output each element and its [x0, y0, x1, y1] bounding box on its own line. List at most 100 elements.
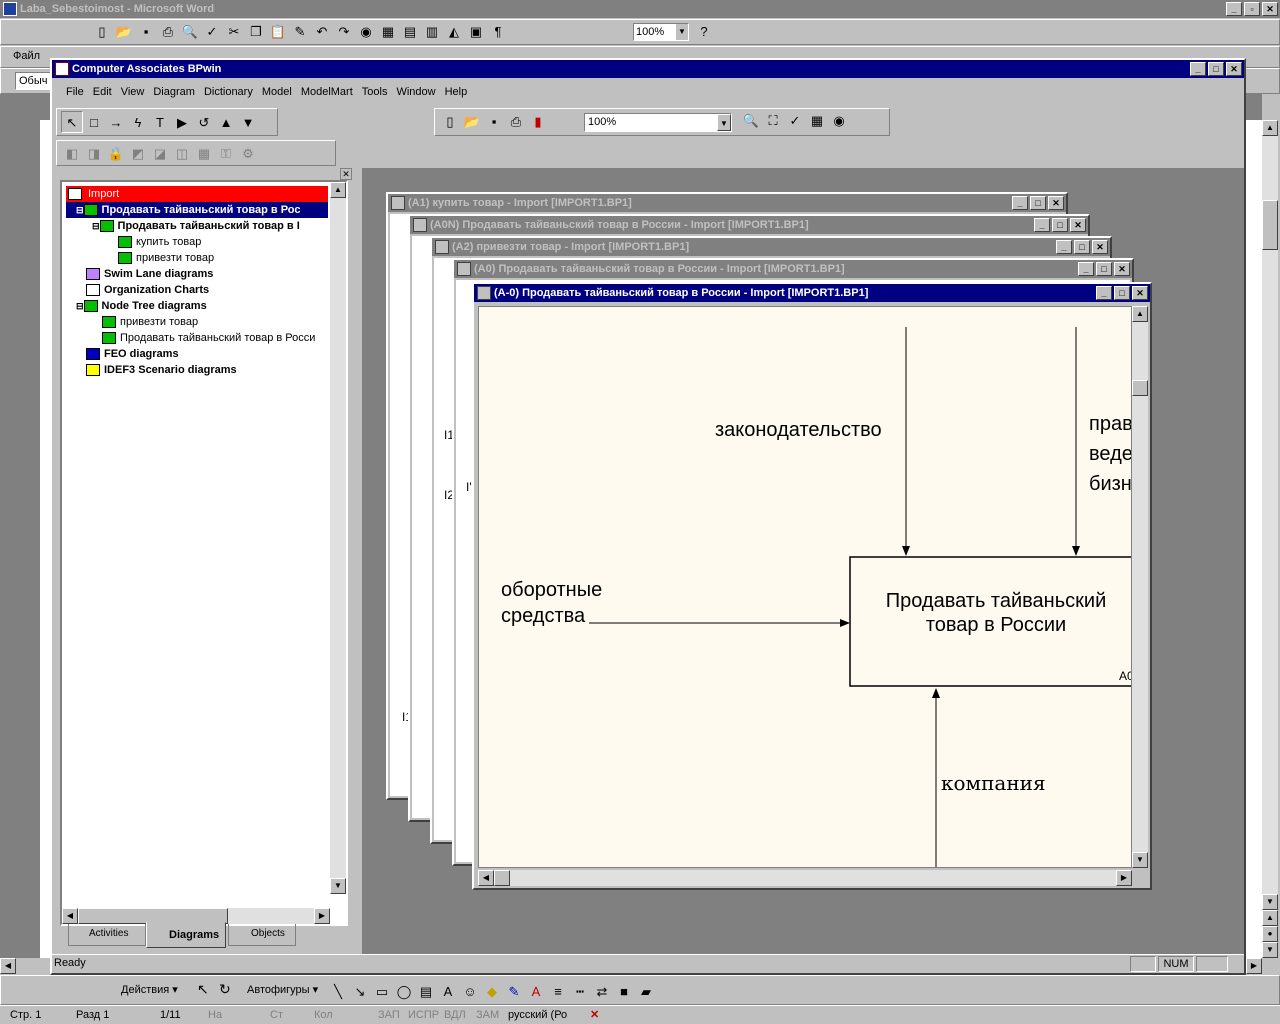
word-zoom-select[interactable]: 100% ▼	[633, 23, 689, 41]
font-color-icon[interactable]: A	[525, 981, 547, 1003]
scroll-up-icon[interactable]: ▲	[330, 182, 346, 198]
tree-item-a0[interactable]: ⊟ Продавать тайваньский товар в Рос	[66, 202, 328, 218]
tree-item-bring[interactable]: привезти товар	[66, 250, 328, 266]
box-tool-icon[interactable]: □	[83, 112, 105, 134]
drawing-icon[interactable]: ◭	[443, 21, 465, 43]
zoom-fit-icon[interactable]: ⛶	[762, 110, 784, 132]
min-button[interactable]: _	[1034, 218, 1050, 232]
print-icon[interactable]: ⎙	[157, 21, 179, 43]
docmap-icon[interactable]: ▣	[465, 21, 487, 43]
menu-edit[interactable]: Edit	[93, 86, 112, 98]
fill-color-icon[interactable]: ◆	[481, 981, 503, 1003]
menu-modelmart[interactable]: ModelMart	[301, 86, 353, 98]
bpwin-minimize-button[interactable]: _	[1190, 62, 1206, 76]
go-up-icon[interactable]: ▲	[215, 112, 237, 134]
rotate-icon[interactable]: ↺	[193, 112, 215, 134]
tree-item-buy[interactable]: купить товар	[66, 234, 328, 250]
next-diagram-icon[interactable]: ▶	[171, 112, 193, 134]
save-icon[interactable]: ▪	[135, 21, 157, 43]
arrow-tool-icon[interactable]: →	[105, 112, 127, 134]
text-tool-icon[interactable]: T	[149, 112, 171, 134]
go-down-icon[interactable]: ▼	[237, 112, 259, 134]
prev-page-icon[interactable]: ▲	[1262, 910, 1278, 926]
spellcheck-icon[interactable]: ✓	[784, 110, 806, 132]
tree-root[interactable]: Import	[66, 186, 328, 202]
word-hscroll-right-icon[interactable]: ▶	[1246, 958, 1262, 974]
scroll-left-icon[interactable]: ◀	[62, 908, 78, 924]
min-button[interactable]: _	[1056, 240, 1072, 254]
explorer-close-icon[interactable]: ✕	[340, 168, 352, 180]
open-model-icon[interactable]: 📂	[461, 111, 483, 133]
scroll-thumb[interactable]	[1262, 200, 1278, 250]
menu-tools[interactable]: Tools	[362, 86, 388, 98]
menu-window[interactable]: Window	[396, 86, 435, 98]
tree-item-orgcharts[interactable]: Organization Charts	[66, 282, 328, 298]
open-icon[interactable]: 📂	[113, 21, 135, 43]
label-control-1[interactable]: законодательство	[715, 419, 882, 442]
new-icon[interactable]: ▯	[91, 21, 113, 43]
tree-item-nodetree[interactable]: ⊟ Node Tree diagrams	[66, 298, 328, 314]
preview-icon[interactable]: 🔍	[179, 21, 201, 43]
scroll-down-icon[interactable]: ▼	[1132, 852, 1148, 868]
new-model-icon[interactable]: ▯	[439, 111, 461, 133]
tree-vscroll[interactable]: ▲ ▼	[330, 182, 346, 894]
scroll-left-icon[interactable]: ◀	[478, 870, 494, 886]
modelmart-icon[interactable]: ◉	[828, 110, 850, 132]
redo-icon[interactable]: ↷	[333, 21, 355, 43]
tree-item-swimlane[interactable]: Swim Lane diagrams	[66, 266, 328, 282]
select-browse-icon[interactable]: ●	[1262, 926, 1278, 942]
min-button[interactable]: _	[1096, 286, 1112, 300]
tree-item-a0-child[interactable]: ⊟ Продавать тайваньский товар в I	[66, 218, 328, 234]
close-button[interactable]: ✕	[1048, 196, 1064, 210]
pointer-tool-icon[interactable]: ↖	[61, 111, 83, 133]
autoshapes-menu[interactable]: Автофигуры ▾	[247, 983, 318, 996]
menu-view[interactable]: View	[121, 86, 145, 98]
oval-icon[interactable]: ◯	[393, 981, 415, 1003]
3d-icon[interactable]: ▰	[635, 981, 657, 1003]
diagram-vscroll[interactable]: ▲ ▼	[1132, 306, 1148, 868]
model-explorer-icon[interactable]: ▦	[806, 110, 828, 132]
tree-item-feo[interactable]: FEO diagrams	[66, 346, 328, 362]
line-icon[interactable]: ╲	[327, 981, 349, 1003]
menu-dictionary[interactable]: Dictionary	[204, 86, 253, 98]
scroll-down-icon[interactable]: ▼	[1262, 894, 1278, 910]
max-button[interactable]: □	[1052, 218, 1068, 232]
word-restore-button[interactable]: ▫	[1244, 2, 1260, 16]
scroll-right-icon[interactable]: ▶	[1116, 870, 1132, 886]
close-button[interactable]: ✕	[1132, 286, 1148, 300]
min-button[interactable]: _	[1078, 262, 1094, 276]
line-color-icon[interactable]: ✎	[503, 981, 525, 1003]
word-close-button[interactable]: ✕	[1262, 2, 1278, 16]
save-model-icon[interactable]: ▪	[483, 111, 505, 133]
menu-file[interactable]: File	[66, 86, 84, 98]
tree-item-idef3[interactable]: IDEF3 Scenario diagrams	[66, 362, 328, 378]
copy-icon[interactable]: ❐	[245, 21, 267, 43]
cut-icon[interactable]: ✂	[223, 21, 245, 43]
columns-icon[interactable]: ▥	[421, 21, 443, 43]
tree-item-nt-bring[interactable]: привезти товар	[66, 314, 328, 330]
hscroll-thumb[interactable]	[494, 870, 510, 886]
max-button[interactable]: □	[1114, 286, 1130, 300]
tab-objects[interactable]: Objects	[228, 924, 296, 946]
shadow-icon[interactable]: ■	[613, 981, 635, 1003]
textbox-icon[interactable]: ▤	[415, 981, 437, 1003]
color-icon[interactable]: ▮	[527, 111, 549, 133]
menu-diagram[interactable]: Diagram	[153, 86, 195, 98]
zoom-in-icon[interactable]: 🔍	[740, 110, 762, 132]
menu-help[interactable]: Help	[445, 86, 468, 98]
word-vertical-scrollbar[interactable]: ▲ ▼ ▲ ● ▼	[1262, 120, 1278, 958]
scroll-right-icon[interactable]: ▶	[314, 908, 330, 924]
bpwin-close-button[interactable]: ✕	[1226, 62, 1242, 76]
tree-item-nt-sell[interactable]: Продавать тайваньский товар в Росси	[66, 330, 328, 346]
format-painter-icon[interactable]: ✎	[289, 21, 311, 43]
arrow-style-icon[interactable]: ⇄	[591, 981, 613, 1003]
tab-activities[interactable]: Activities	[68, 924, 146, 946]
bpwin-zoom-select[interactable]: 100% ▼	[584, 113, 732, 132]
excel-icon[interactable]: ▤	[399, 21, 421, 43]
label-mechanism[interactable]: компания	[941, 771, 1046, 795]
menu-model[interactable]: Model	[262, 86, 292, 98]
max-button[interactable]: □	[1096, 262, 1112, 276]
bpwin-maximize-button[interactable]: □	[1208, 62, 1224, 76]
close-button[interactable]: ✕	[1114, 262, 1130, 276]
undo-icon[interactable]: ↶	[311, 21, 333, 43]
